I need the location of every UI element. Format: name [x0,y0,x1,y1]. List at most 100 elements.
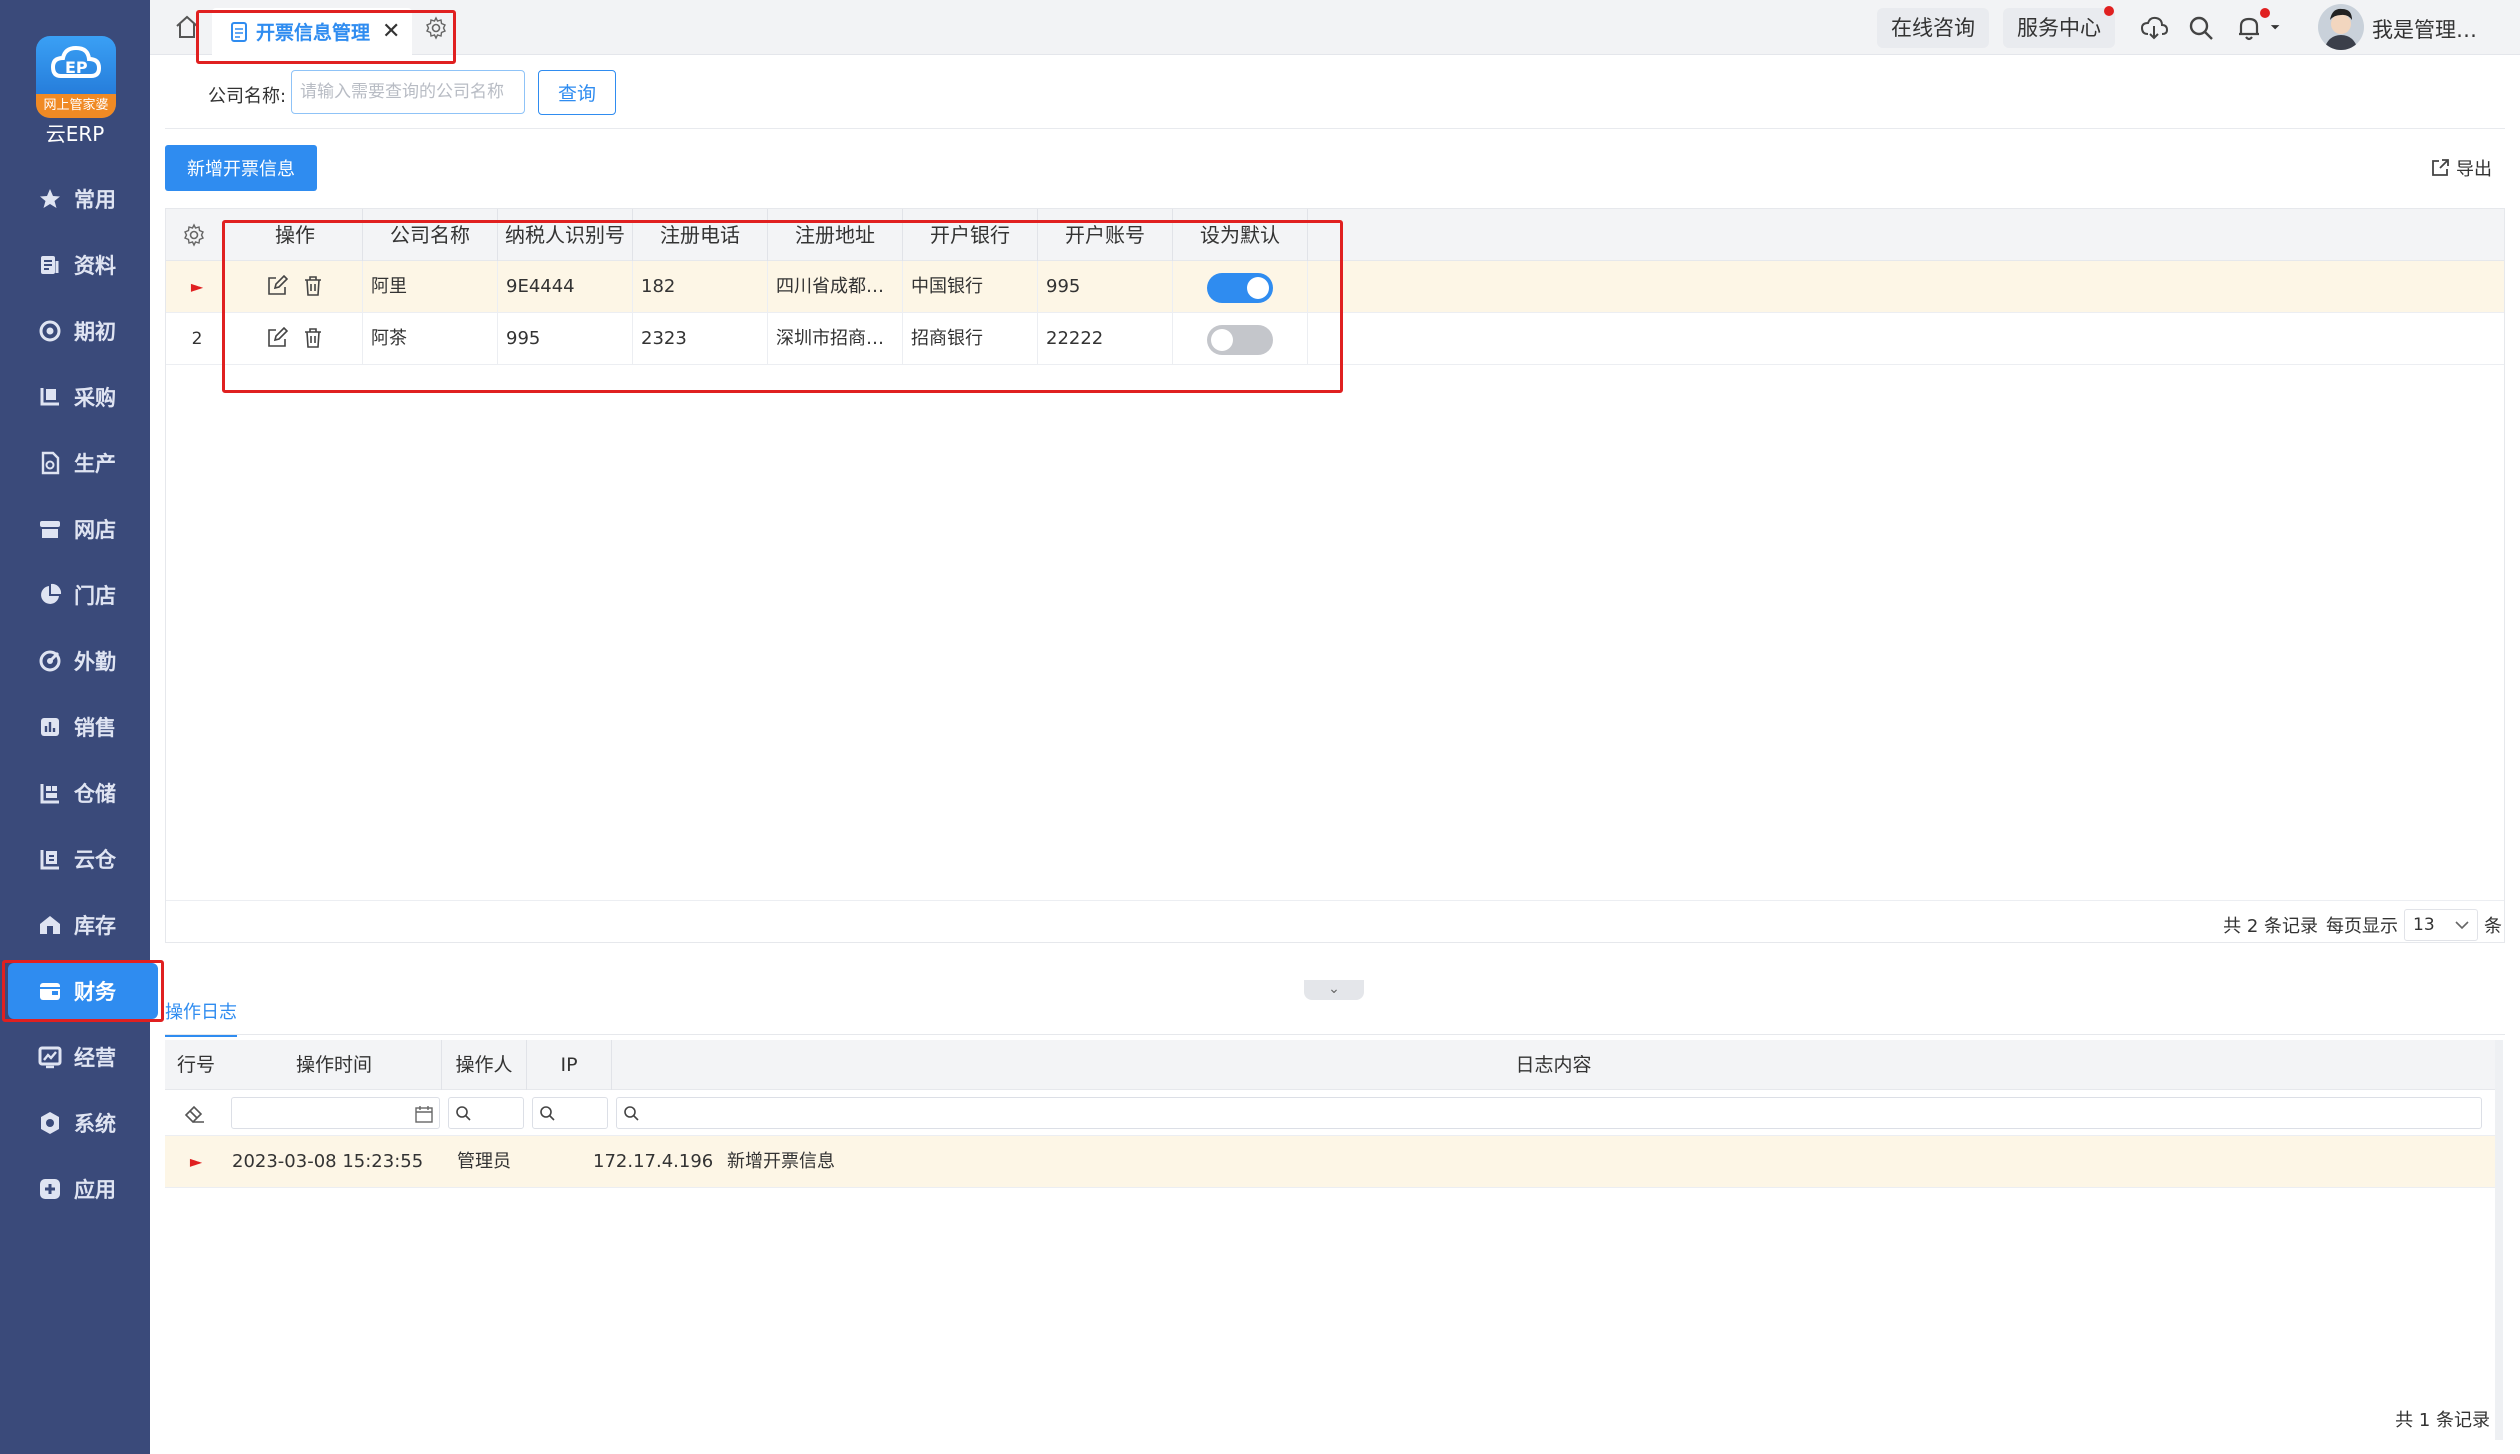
query-button[interactable]: 查询 [538,70,616,115]
production-icon [36,449,64,477]
per-page-label: 每页显示 [2326,916,2398,937]
edit-icon[interactable] [266,327,288,349]
add-invoice-info-button[interactable]: 新增开票信息 [165,145,317,191]
tab-operation-log[interactable]: 操作日志 [165,998,237,1037]
default-cell [1173,261,1308,313]
sidebar-item-12[interactable]: 财务 [8,963,158,1019]
table-row[interactable]: ► 阿里 9E4444 182 四川省成都… 中国银行 995 [166,261,2504,313]
log-column-operator[interactable]: 操作人 [442,1040,527,1090]
sidebar-item-14[interactable]: 系统 [8,1095,162,1151]
default-toggle[interactable] [1207,273,1273,303]
user-name[interactable]: 我是管理… [2372,14,2477,44]
page-size-unit: 条 [2484,916,2502,937]
log-column-content[interactable]: 日志内容 [612,1040,2495,1090]
target-icon [36,317,64,345]
online-consult-button[interactable]: 在线咨询 [1877,8,1989,48]
home-icon[interactable] [174,14,200,40]
sidebar-item-0[interactable]: 常用 [8,171,162,227]
default-toggle[interactable] [1207,325,1273,355]
service-center-button[interactable]: 服务中心 [2003,8,2115,48]
store-icon [36,515,64,543]
delete-icon[interactable] [302,275,324,297]
column-header-address[interactable]: 注册地址 [768,209,903,261]
log-total-records: 共 1 条记录 [2395,1410,2490,1431]
table-header: 操作 公司名称 纳税人识别号 注册电话 注册地址 开户银行 开户账号 设为默认 [166,209,2504,261]
collapse-panel-handle[interactable]: ⌄ [1304,980,1364,1000]
log-content-cell: 新增开票信息 [727,1151,835,1172]
export-button[interactable]: 导出 [2430,155,2492,181]
sidebar-item-label: 网店 [74,518,116,542]
log-column-ip[interactable]: IP [527,1040,612,1090]
log-scrollbar[interactable] [2495,1040,2503,1440]
sidebar-item-label: 门店 [74,584,116,608]
avatar[interactable] [2318,4,2364,50]
log-table-row[interactable]: ► 2023-03-08 15:23:55 管理员 172.17.4.196 新… [165,1136,2495,1188]
column-header-actions[interactable]: 操作 [228,209,363,261]
content-filter-input[interactable] [616,1097,2482,1129]
company-name-label: 公司名称: [208,86,287,107]
column-header-phone[interactable]: 注册电话 [633,209,768,261]
column-header-company[interactable]: 公司名称 [363,209,498,261]
sidebar-item-8[interactable]: 销售 [8,699,162,755]
cloud-download-icon[interactable] [2140,14,2168,42]
tab-close-icon[interactable]: ✕ [382,19,400,44]
sidebar-item-label: 库存 [74,914,116,938]
sidebar-item-13[interactable]: 经营 [8,1029,162,1085]
sidebar-item-7[interactable]: 外勤 [8,633,162,689]
sidebar-item-5[interactable]: 网店 [8,501,162,557]
sidebar-item-label: 外勤 [74,650,116,674]
sidebar-item-9[interactable]: 仓储 [8,765,162,821]
field-icon [36,647,64,675]
house-icon [36,911,64,939]
tab-invoice-info[interactable]: 开票信息管理 ✕ [212,8,412,55]
tab-label: 开票信息管理 [256,22,371,44]
phone-cell: 2323 [633,313,768,365]
chevron-down-icon[interactable] [2268,14,2288,42]
column-header-account[interactable]: 开户账号 [1038,209,1173,261]
warehouse-icon [36,779,64,807]
account-cell: 995 [1038,261,1173,313]
sidebar-item-10[interactable]: 云仓 [8,831,162,887]
system-icon [36,1109,64,1137]
log-column-row-number[interactable]: 行号 [165,1040,227,1090]
svg-text:EP: EP [65,58,88,77]
ip-filter-input[interactable] [532,1097,608,1129]
company-name-input[interactable] [291,70,525,114]
page-size-select[interactable]: 13 [2404,909,2478,941]
clear-filter-eraser-icon[interactable] [183,1101,207,1125]
log-column-time[interactable]: 操作时间 [227,1040,442,1090]
logo-ribbon: 网上管家婆 [36,94,116,118]
delete-icon[interactable] [302,327,324,349]
column-header-bank[interactable]: 开户银行 [903,209,1038,261]
sidebar-item-3[interactable]: 采购 [8,369,162,425]
sidebar-item-6[interactable]: 门店 [8,567,162,623]
purchase-icon [36,383,64,411]
column-header-default[interactable]: 设为默认 [1173,209,1308,261]
sidebar-item-2[interactable]: 期初 [8,303,162,359]
app-logo[interactable]: EP 网上管家婆 [36,36,116,118]
sidebar-item-11[interactable]: 库存 [8,897,162,953]
sidebar-item-1[interactable]: 资料 [8,237,162,293]
sidebar-item-4[interactable]: 生产 [8,435,162,491]
log-ip-cell: 172.17.4.196 [593,1151,714,1172]
sidebar-item-label: 应用 [74,1178,116,1202]
cloud-warehouse-icon [36,845,64,873]
finance-icon [36,977,64,1005]
time-filter-input[interactable] [231,1097,440,1129]
bell-icon[interactable] [2235,14,2263,42]
column-header-tax-id[interactable]: 纳税人识别号 [498,209,633,261]
sidebar-item-15[interactable]: 应用 [8,1161,162,1217]
edit-icon[interactable] [266,275,288,297]
operation-log-table: 行号 操作时间 操作人 IP 日志内容 ► 2023-03-08 15:23:5… [165,1040,2495,1454]
operator-filter-input[interactable] [448,1097,524,1129]
bank-cell: 中国银行 [903,261,1038,313]
gear-icon[interactable] [424,16,448,40]
export-icon [2432,159,2449,176]
search-icon[interactable] [2187,14,2215,42]
log-table-header: 行号 操作时间 操作人 IP 日志内容 [165,1040,2495,1090]
column-settings-gear-icon[interactable] [182,223,206,247]
invoice-info-table: 操作 公司名称 纳税人识别号 注册电话 注册地址 开户银行 开户账号 设为默认 … [165,208,2505,943]
sidebar-item-label: 生产 [74,452,116,476]
table-row[interactable]: 2 阿茶 995 2323 深圳市招商… 招商银行 22222 [166,313,2504,365]
sidebar-item-label: 采购 [74,386,116,410]
